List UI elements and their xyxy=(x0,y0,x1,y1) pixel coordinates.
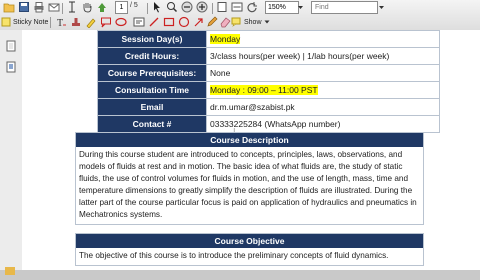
hand-tool-icon[interactable] xyxy=(81,1,93,13)
course-description-title: Course Description xyxy=(76,133,423,147)
course-info-table: Session Day(s) Monday Credit Hours: 3/cl… xyxy=(97,30,440,133)
email-label: Email xyxy=(97,98,207,116)
page-number-input[interactable]: 1 xyxy=(115,1,128,14)
page-thumbnail-icon[interactable] xyxy=(5,262,15,275)
show-comments-button[interactable]: Show xyxy=(231,17,270,27)
page-total: / 5 xyxy=(130,2,138,9)
circle-tool-icon[interactable] xyxy=(178,16,190,28)
highlighted-text: Monday : 09:00 – 11:00 PST xyxy=(210,85,318,95)
fit-width-icon[interactable] xyxy=(231,1,243,13)
table-row: Contact # 03333225284 (WhatsApp number) xyxy=(97,115,440,133)
prerequisites-value: None xyxy=(206,64,440,82)
session-days-value: Monday xyxy=(206,30,440,48)
table-row: Session Day(s) Monday xyxy=(97,30,440,48)
fit-page-icon[interactable] xyxy=(216,1,228,13)
sticky-note-button[interactable]: Sticky Note xyxy=(1,16,48,28)
toolbar: 1 / 5 150% Find Sticky Note T Show xyxy=(0,0,480,31)
print-icon[interactable] xyxy=(33,1,45,13)
course-objective-text: The objective of this course is to intro… xyxy=(79,251,389,260)
chevron-down-icon[interactable] xyxy=(297,3,304,11)
credit-hours-label: Credit Hours: xyxy=(97,47,207,65)
pdf-page: Session Day(s) Monday Credit Hours: 3/cl… xyxy=(22,30,480,270)
table-row: Consultation Time Monday : 09:00 – 11:00… xyxy=(97,81,440,99)
arrow-up-icon[interactable] xyxy=(96,1,108,13)
email-icon[interactable] xyxy=(48,1,60,13)
open-folder-icon[interactable] xyxy=(3,1,15,13)
pencil-tool-icon[interactable] xyxy=(206,16,218,28)
credit-hours-value: 3/class hours(per week) | 1/lab hours(pe… xyxy=(206,47,440,65)
chevron-down-icon xyxy=(264,20,270,24)
consultation-time-label: Consultation Time xyxy=(97,81,207,99)
eraser-tool-icon[interactable] xyxy=(219,16,231,28)
course-description-text: During this course student are introduce… xyxy=(79,150,417,219)
prerequisites-label: Course Prerequisites: xyxy=(97,64,207,82)
show-label: Show xyxy=(244,18,262,26)
oval-tool-icon[interactable] xyxy=(115,16,127,28)
highlighted-text: Monday xyxy=(210,34,241,44)
sticky-note-label: Sticky Note xyxy=(13,18,49,26)
find-input[interactable]: Find xyxy=(311,1,378,14)
sticky-note-icon xyxy=(1,17,11,27)
contact-value: 03333225284 (WhatsApp number) xyxy=(206,115,440,133)
table-row: Credit Hours: 3/class hours(per week) | … xyxy=(97,47,440,65)
line-tool-icon[interactable] xyxy=(148,16,160,28)
marquee-zoom-icon[interactable] xyxy=(166,1,178,13)
rotate-icon[interactable] xyxy=(246,1,258,13)
find-dropdown-icon[interactable] xyxy=(378,3,385,11)
zoom-in-icon[interactable] xyxy=(196,1,208,13)
text-box-icon[interactable] xyxy=(133,16,145,28)
svg-text:T: T xyxy=(57,18,63,28)
session-days-label: Session Day(s) xyxy=(97,30,207,48)
comment-icon xyxy=(231,17,241,27)
pages-icon[interactable] xyxy=(6,39,16,52)
rectangle-tool-icon[interactable] xyxy=(163,16,175,28)
stamp-icon[interactable] xyxy=(70,16,82,28)
select-arrow-icon[interactable] xyxy=(151,1,163,13)
highlight-icon[interactable] xyxy=(85,16,97,28)
zoom-level-select[interactable]: 150% xyxy=(265,1,299,14)
course-description-section: Course Description During this course st… xyxy=(75,132,424,225)
save-icon[interactable] xyxy=(18,1,30,13)
zoom-out-icon[interactable] xyxy=(181,1,193,13)
attachments-icon[interactable] xyxy=(6,60,16,73)
callout-icon[interactable] xyxy=(100,16,112,28)
text-edits-icon[interactable]: T xyxy=(55,16,67,28)
course-objective-section: Course Objective The objective of this c… xyxy=(75,233,424,266)
email-value: dr.m.umar@szabist.pk xyxy=(206,98,440,116)
select-text-icon[interactable] xyxy=(66,1,78,13)
navigation-panel xyxy=(0,30,23,275)
table-row: Course Prerequisites: None xyxy=(97,64,440,82)
course-objective-title: Course Objective xyxy=(76,234,423,248)
contact-label: Contact # xyxy=(97,115,207,133)
consultation-time-value: Monday : 09:00 – 11:00 PST xyxy=(206,81,440,99)
arrow-tool-icon[interactable] xyxy=(193,16,205,28)
table-row: Email dr.m.umar@szabist.pk xyxy=(97,98,440,116)
